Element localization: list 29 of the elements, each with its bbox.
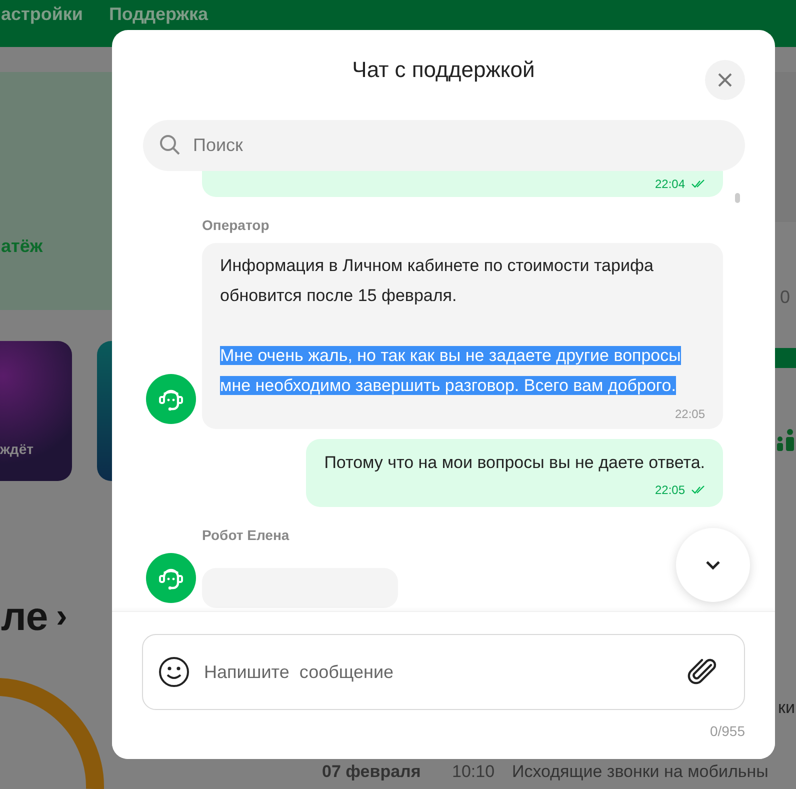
- dialog-title: Чат с поддержкой: [352, 57, 535, 83]
- history-description: Исходящие звонки на мобильны: [512, 762, 768, 782]
- close-icon: [717, 72, 733, 88]
- message-time: 22:05: [654, 483, 685, 497]
- people-icon: [775, 428, 796, 452]
- history-time: 10:10: [452, 762, 495, 782]
- message-time: 22:05: [674, 407, 705, 421]
- message-time: 22:04: [654, 177, 685, 191]
- search-icon: [159, 134, 181, 156]
- section-heading[interactable]: ле: [1, 595, 48, 640]
- sender-name: Робот Елена: [202, 527, 290, 543]
- message-text: Мне очень жаль, но так как вы не задаете другие вопросы мне необходимо завершить разговор. Всего вам доброго.: [220, 345, 682, 397]
- story-card[interactable]: ждёт: [0, 341, 72, 481]
- character-counter: 0/955: [710, 723, 745, 739]
- sender-name: Оператор: [202, 217, 270, 233]
- chevron-icon[interactable]: ›: [56, 597, 68, 636]
- scrollbar-thumb[interactable]: [735, 193, 740, 203]
- message-text: Информация в Личном кабинете по стоимости тарифа обновится после 15 февраля.: [220, 255, 654, 307]
- smiley-icon[interactable]: [158, 656, 190, 688]
- search-field[interactable]: Поиск: [143, 120, 745, 171]
- side-text: ки: [778, 698, 795, 718]
- nav-link[interactable]: астройки: [1, 4, 83, 25]
- close-button[interactable]: [705, 60, 745, 100]
- message-text: Потому что на мои вопросы вы не даете ответа.: [324, 453, 705, 472]
- message-input-field[interactable]: Напишите сообщение: [142, 634, 745, 710]
- side-banner: [775, 348, 796, 368]
- nav-link[interactable]: Поддержка: [108, 4, 208, 25]
- history-date: 07 февраля: [322, 762, 421, 782]
- chevron-down-icon: [705, 560, 721, 570]
